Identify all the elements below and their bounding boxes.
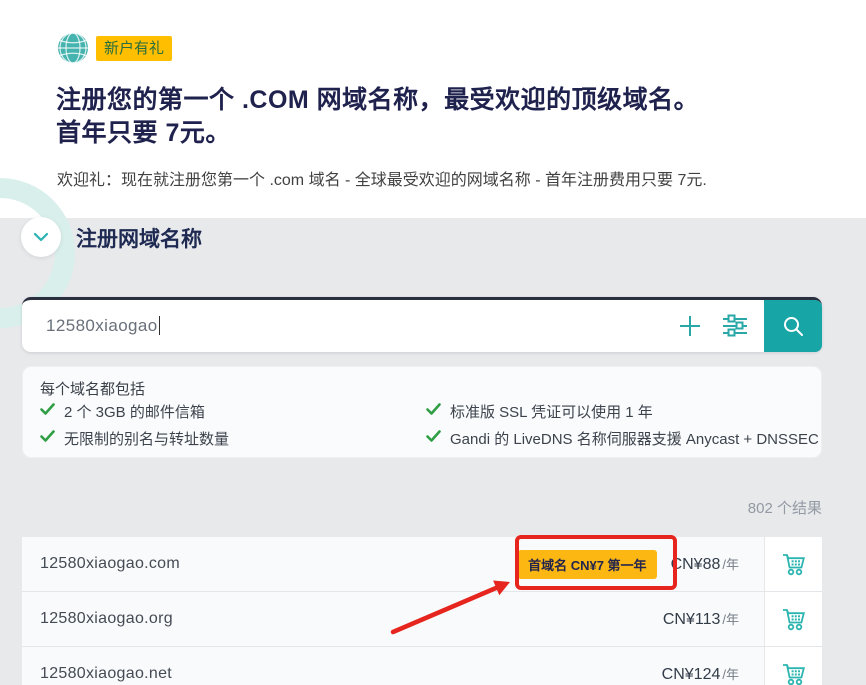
search-input[interactable]: 12580xiaogao [46,316,678,336]
price-amount: CN¥88 [671,556,721,573]
feature-item: 标准版 SSL 凭证可以使用 1 年 [426,401,653,422]
cart-icon [781,552,807,576]
globe-icon [57,32,89,64]
first-year-promo-badge: 首域名 CN¥7 第一年 [518,550,656,579]
features-heading: 每个域名都包括 [40,378,145,399]
domain-name: 12580xiaogao.org [40,610,663,628]
add-to-cart-button[interactable] [764,592,822,646]
hero-title-line1: 注册您的第一个 .COM 网域名称，最受欢迎的顶级域名。 [56,84,776,117]
check-icon [40,403,55,416]
hero-header: 新户有礼 [57,32,172,64]
hero-title: 注册您的第一个 .COM 网域名称，最受欢迎的顶级域名。 首年只要 7元。 [56,84,776,150]
feature-label: Gandi 的 LiveDNS 名称伺服器支援 Anycast + DNSSEC [450,428,819,449]
add-to-cart-button[interactable] [764,537,822,591]
price: CN¥124/年 [662,664,739,684]
feature-label: 无限制的别名与转址数量 [64,428,229,449]
check-icon [426,430,441,443]
check-icon [40,430,55,443]
price: CN¥88/年 [671,554,739,574]
domain-registration-page: 新户有礼 注册您的第一个 .COM 网域名称，最受欢迎的顶级域名。 首年只要 7… [0,0,866,685]
price-amount: CN¥124 [662,666,721,683]
table-row: 12580xiaogao.com 首域名 CN¥7 第一年 CN¥88/年 [22,537,822,592]
feature-label: 标准版 SSL 凭证可以使用 1 年 [450,401,653,422]
included-features-card: 每个域名都包括 2 个 3GB 的邮件信箱 无限制的别名与转址数量 标准版 SS… [22,366,822,458]
search-icon [782,315,804,337]
filter-sliders-icon[interactable] [722,313,748,339]
domain-name: 12580xiaogao.net [40,665,662,683]
price-amount: CN¥113 [663,611,721,628]
add-to-cart-button[interactable] [764,647,822,685]
section-title: 注册网域名称 [76,223,202,253]
feature-item: Gandi 的 LiveDNS 名称伺服器支援 Anycast + DNSSEC [426,428,819,449]
search-button[interactable] [764,300,822,352]
price-period: /年 [722,557,739,572]
add-domain-icon[interactable] [678,314,702,338]
new-user-gift-badge: 新户有礼 [96,36,172,61]
cart-icon [781,662,807,685]
price-period: /年 [722,612,739,627]
search-input-value: 12580xiaogao [46,316,158,335]
feature-item: 无限制的别名与转址数量 [40,428,229,449]
domain-search-bar: 12580xiaogao [22,297,822,352]
chevron-down-icon [33,232,49,242]
feature-label: 2 个 3GB 的邮件信箱 [64,401,205,422]
feature-item: 2 个 3GB 的邮件信箱 [40,401,205,422]
collapse-toggle[interactable] [21,217,61,257]
domain-name: 12580xiaogao.com [40,555,518,573]
price: CN¥113/年 [663,609,739,629]
price-period: /年 [722,667,739,682]
hero-subtitle: 欢迎礼：现在就注册您第一个 .com 域名 - 全球最受欢迎的网域名称 - 首年… [57,166,847,190]
table-row: 12580xiaogao.org CN¥113/年 [22,592,822,647]
results-list: 12580xiaogao.com 首域名 CN¥7 第一年 CN¥88/年 [22,537,822,685]
hero-title-line2: 首年只要 7元。 [56,117,776,150]
results-count: 802 个结果 [522,497,822,518]
table-row: 12580xiaogao.net CN¥124/年 [22,647,822,685]
text-cursor [159,316,160,335]
cart-icon [781,607,807,631]
check-icon [426,403,441,416]
